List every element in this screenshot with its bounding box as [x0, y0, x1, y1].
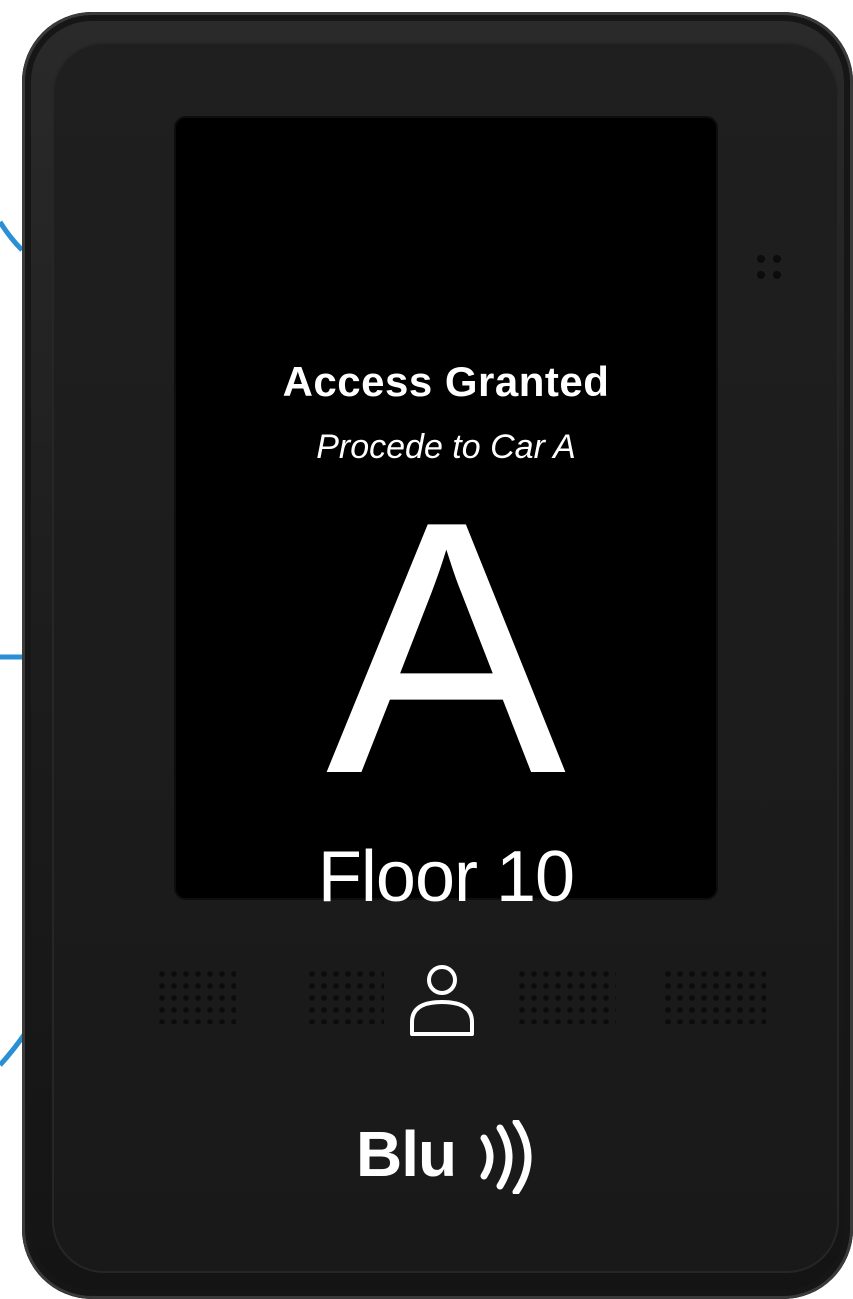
floor-label: Floor 10	[317, 837, 575, 917]
brand-name: Blu	[356, 1118, 457, 1190]
speaker-grille-left	[156, 968, 236, 1024]
person-icon[interactable]	[406, 962, 478, 1040]
wireless-signal-icon	[480, 1120, 532, 1194]
speaker-grille-center-right	[516, 968, 616, 1024]
brand-logo: Blu	[356, 1118, 546, 1198]
car-letter: A	[325, 447, 567, 849]
sensor-dots-icon	[757, 255, 781, 279]
device-render: Access Granted Procede to Car A A Floor …	[0, 0, 853, 1299]
speaker-grille-center-left	[306, 968, 384, 1024]
display-screen: Access Granted Procede to Car A A Floor …	[176, 118, 716, 917]
speaker-grille-right	[662, 968, 766, 1024]
access-status-title: Access Granted	[282, 358, 610, 405]
